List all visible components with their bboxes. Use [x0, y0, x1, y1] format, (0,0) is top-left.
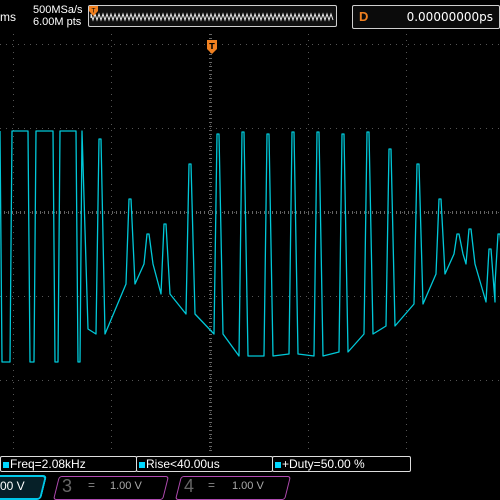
duty-value: +Duty=50.00 %	[282, 457, 365, 471]
frequency-value: Freq=2.08kHz	[10, 457, 86, 471]
channel-dot-icon	[3, 461, 9, 468]
memory-depth: 6.00M pts	[33, 16, 82, 28]
status-bar: ms 500MSa/s 6.00M pts T D 0.00000000ps	[0, 0, 500, 34]
measurement-bar: Freq=2.08kHz Rise<40.00us +Duty=50.00 %	[0, 455, 500, 473]
measurement-duty[interactable]: +Duty=50.00 %	[272, 456, 411, 472]
channel-dot-icon	[139, 461, 145, 468]
channel-3-number: 3	[62, 476, 73, 496]
svg-text:T: T	[209, 42, 215, 51]
delay-readout[interactable]: D 0.00000000ps	[352, 5, 500, 29]
delay-label: D	[359, 9, 369, 24]
waveform-display[interactable]: T	[0, 34, 500, 452]
channel-4-coupling: =	[208, 478, 216, 492]
channel-3-scale: 1.00 V	[110, 480, 142, 492]
channel-4-number: 4	[184, 476, 195, 496]
measurement-rise[interactable]: Rise<40.00us	[136, 456, 273, 472]
measurement-frequency[interactable]: Freq=2.08kHz	[0, 456, 137, 472]
memory-overview[interactable]: T	[88, 5, 337, 27]
channel-4-scale: 1.00 V	[232, 480, 264, 492]
svg-text:T: T	[91, 8, 96, 15]
channel-bar: 00 V 3 = 1.00 V 4 = 1.00 V	[0, 473, 500, 500]
trigger-position-icon: T	[89, 6, 98, 16]
channel-dot-icon	[275, 461, 281, 468]
memory-waveform-preview	[90, 12, 334, 22]
rise-value: Rise<40.00us	[146, 457, 220, 471]
delay-value: 0.00000000ps	[406, 10, 493, 24]
acquisition-info: 500MSa/s 6.00M pts	[33, 4, 83, 28]
channel-1-scale: 00 V	[0, 479, 25, 493]
timebase-readout[interactable]: ms	[0, 10, 16, 24]
sample-rate: 500MSa/s	[33, 4, 83, 16]
trigger-position-marker[interactable]: T	[0, 34, 500, 452]
channel-3-coupling: =	[88, 478, 96, 492]
